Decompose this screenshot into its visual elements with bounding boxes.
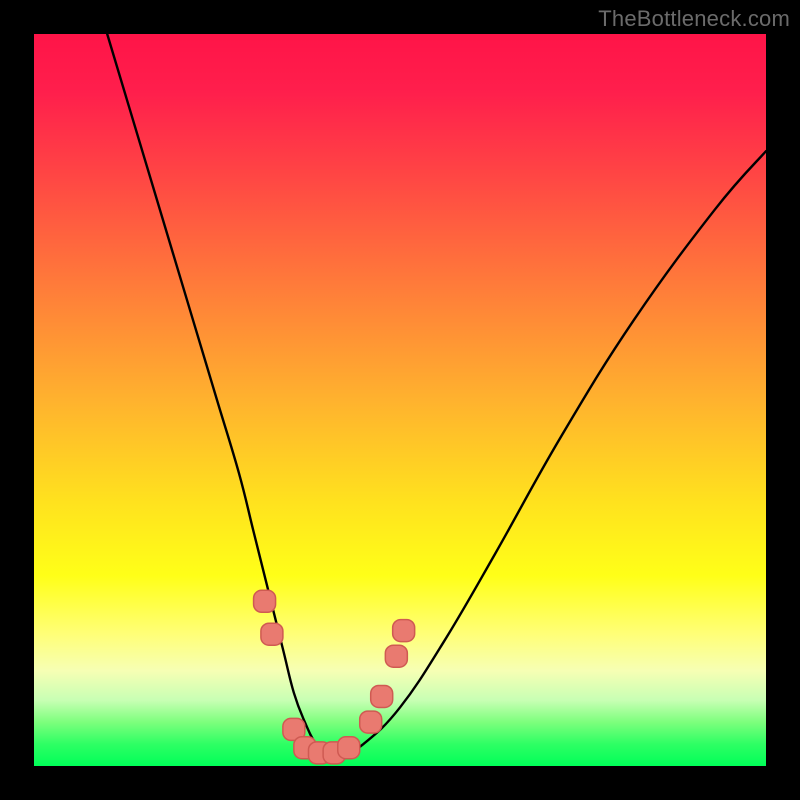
curve-marker [360,711,382,733]
curve-marker [338,737,360,759]
bottleneck-curve [107,34,766,757]
curve-marker [393,620,415,642]
curve-layer [34,34,766,766]
curve-marker [261,623,283,645]
watermark-text: TheBottleneck.com [598,6,790,32]
chart-frame: TheBottleneck.com [0,0,800,800]
curve-marker [254,590,276,612]
curve-marker [371,685,393,707]
curve-marker [385,645,407,667]
curve-markers [254,590,415,764]
plot-area [34,34,766,766]
